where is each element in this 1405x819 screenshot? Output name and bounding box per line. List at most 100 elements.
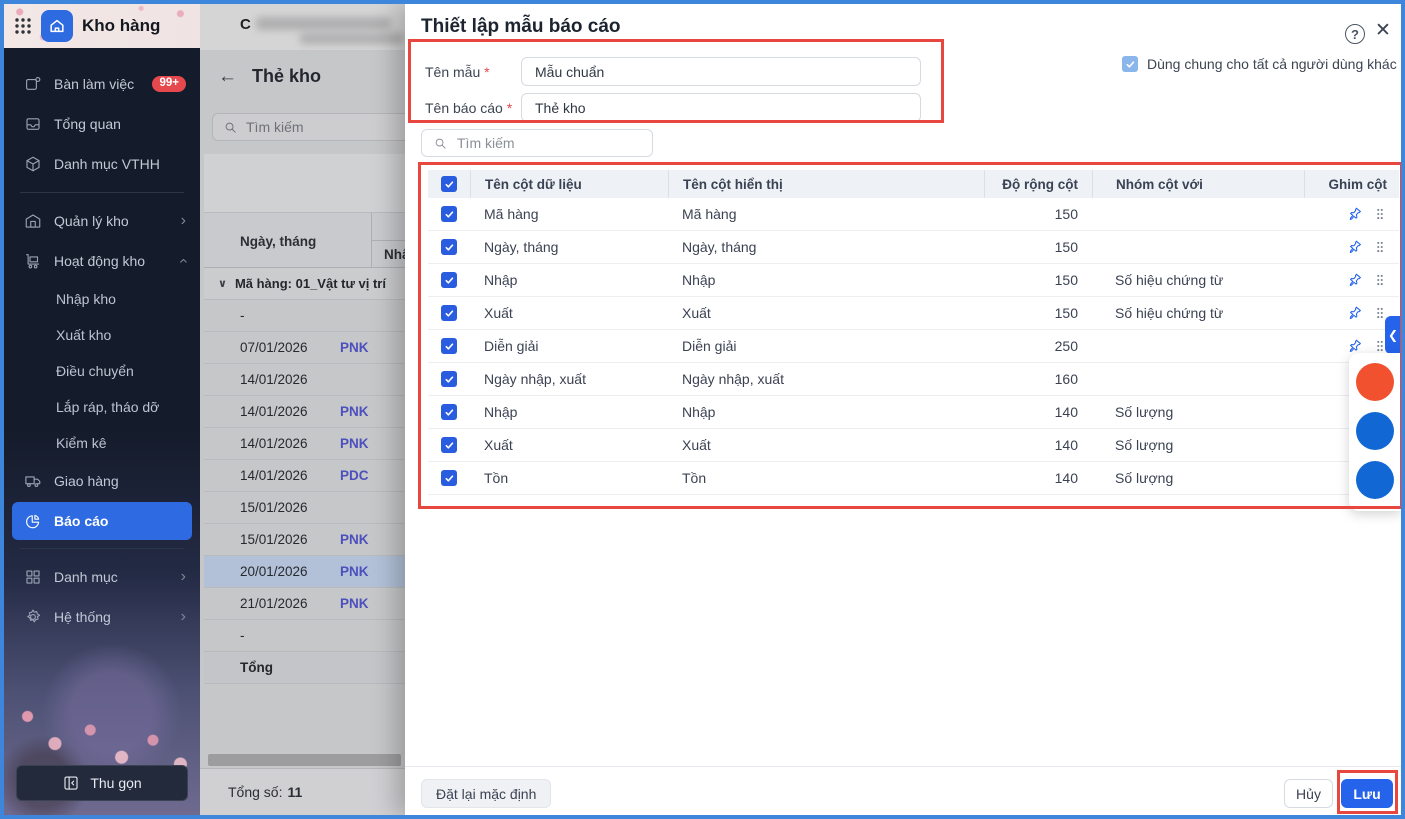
pin-column-icon[interactable] — [1346, 338, 1363, 355]
sidebar-item-quan-ly-kho[interactable]: Quản lý kho › — [4, 201, 200, 241]
reset-default-button[interactable]: Đặt lại mặc định — [421, 779, 552, 808]
cell-display-name: Xuất — [682, 437, 711, 453]
cell-data-name: Tồn — [484, 470, 509, 486]
row-checkbox[interactable] — [441, 404, 457, 420]
select-all-checkbox[interactable] — [441, 176, 457, 192]
stock-card-row[interactable]: 14/01/2026 — [204, 364, 405, 396]
stock-card-row[interactable]: - — [204, 300, 405, 332]
sidebar-item-danh-muc-vthh[interactable]: Danh mục VTHH — [4, 144, 200, 184]
modal-search[interactable] — [421, 129, 653, 157]
cancel-button[interactable]: Hủy — [1284, 779, 1333, 808]
column-config-row[interactable]: Xuất Xuất 150 Số hiệu chứng từ — [428, 297, 1399, 330]
row-checkbox[interactable] — [441, 206, 457, 222]
horizontal-scrollbar[interactable] — [208, 754, 401, 766]
row-doc-link[interactable]: PNK — [340, 532, 369, 547]
column-config-row[interactable]: Nhập Nhập 150 Số hiệu chứng từ — [428, 264, 1399, 297]
column-config-row[interactable]: Tồn Tồn 140 Số lượng — [428, 462, 1399, 495]
row-doc-link[interactable]: PNK — [340, 436, 369, 451]
sidebar-item-he-thong[interactable]: Hệ thống › — [4, 597, 200, 637]
save-button[interactable]: Lưu — [1341, 779, 1393, 808]
column-config-row[interactable]: Diễn giải Diễn giải 250 — [428, 330, 1399, 363]
sidebar-item-tong-quan[interactable]: Tổng quan — [4, 104, 200, 144]
background-page: C ← Thẻ kho Ngày, tháng Nhậ ∨ Mã hàng: 0… — [200, 4, 405, 815]
back-arrow-icon[interactable]: ← — [218, 66, 237, 88]
warehouse-icon — [24, 212, 42, 230]
sidebar-item-ban-lam-viec[interactable]: Bàn làm việc 99+ — [4, 64, 200, 104]
stock-card-row[interactable]: 21/01/2026 PNK — [204, 588, 405, 620]
ai-assistant-button[interactable] — [1356, 363, 1394, 401]
drag-handle-icon[interactable] — [1373, 273, 1387, 287]
stock-card-row[interactable]: 14/01/2026 PDC — [204, 460, 405, 492]
stock-card-row[interactable]: 14/01/2026 PNK — [204, 428, 405, 460]
pin-column-icon[interactable] — [1346, 239, 1363, 256]
template-name-input[interactable] — [521, 57, 921, 86]
close-icon[interactable]: ✕ — [1375, 21, 1391, 40]
pin-column-icon[interactable] — [1346, 272, 1363, 289]
background-search[interactable] — [212, 113, 405, 141]
fab-collapse-tab[interactable]: ❮ — [1385, 316, 1401, 354]
column-config-row[interactable]: Mã hàng Mã hàng 150 — [428, 198, 1399, 231]
cell-width: 160 — [1054, 371, 1078, 387]
sidebar-collapse-button[interactable]: Thu gọn — [16, 765, 188, 801]
sidebar-item-dieu-chuyen[interactable]: Điều chuyển — [4, 353, 200, 389]
row-checkbox-cell — [428, 239, 470, 255]
modal-search-input[interactable] — [457, 135, 617, 151]
pin-column-icon[interactable] — [1346, 305, 1363, 322]
background-search-input[interactable] — [246, 119, 366, 135]
row-doc-link[interactable]: PNK — [340, 340, 369, 355]
sidebar-item-label: Điều chuyển — [56, 363, 134, 379]
column-config-row[interactable]: Ngày nhập, xuất Ngày nhập, xuất 160 — [428, 363, 1399, 396]
row-checkbox[interactable] — [441, 470, 457, 486]
sidebar-item-xuat-kho[interactable]: Xuất kho — [4, 317, 200, 353]
table-group-row[interactable]: ∨ Mã hàng: 01_Vật tư vị trí — [204, 268, 405, 300]
row-doc-link[interactable]: PNK — [340, 596, 369, 611]
stock-card-row[interactable]: 15/01/2026 PNK — [204, 524, 405, 556]
sidebar-item-hoat-dong-kho[interactable]: Hoạt động kho › — [4, 241, 200, 281]
sidebar-item-danh-muc[interactable]: Danh mục › — [4, 557, 200, 597]
column-header-doc: Nhậ — [371, 213, 405, 267]
drag-handle-icon[interactable] — [1373, 207, 1387, 221]
pin-column-icon[interactable] — [1346, 206, 1363, 223]
column-config-row[interactable]: Ngày, tháng Ngày, tháng 150 — [428, 231, 1399, 264]
required-marker: * — [484, 64, 490, 80]
stock-card-row[interactable]: 14/01/2026 PNK — [204, 396, 405, 428]
desk-icon — [24, 75, 42, 93]
sidebar-item-label: Hệ thống — [54, 609, 111, 625]
row-checkbox[interactable] — [441, 371, 457, 387]
group-row-label: Mã hàng: 01_Vật tư vị trí — [234, 276, 386, 291]
row-checkbox[interactable] — [441, 305, 457, 321]
row-doc-link[interactable]: PNK — [340, 564, 369, 579]
share-checkbox[interactable] — [1122, 56, 1138, 72]
cell-data-name: Ngày nhập, xuất — [484, 371, 586, 387]
stock-card-row[interactable]: 15/01/2026 — [204, 492, 405, 524]
help-icon[interactable]: ? — [1345, 24, 1365, 44]
column-config-row[interactable]: Nhập Nhập 140 Số lượng — [428, 396, 1399, 429]
row-checkbox[interactable] — [441, 239, 457, 255]
row-checkbox[interactable] — [441, 272, 457, 288]
row-checkbox[interactable] — [441, 338, 457, 354]
sidebar-item-giao-hang[interactable]: Giao hàng — [4, 461, 200, 501]
sidebar-item-kiem-ke[interactable]: Kiểm kê — [4, 425, 200, 461]
row-date: - — [240, 308, 245, 323]
report-name-input[interactable] — [521, 93, 921, 122]
stock-card-row[interactable]: 20/01/2026 PNK — [204, 556, 405, 588]
chevron-right-icon: › — [180, 568, 186, 585]
chat-support-button[interactable] — [1356, 412, 1394, 450]
sidebar-item-nhap-kho[interactable]: Nhập kho — [4, 281, 200, 317]
row-doc-link[interactable]: PDC — [340, 468, 369, 483]
sidebar-item-lap-rap-thao-do[interactable]: Lắp ráp, tháo dỡ — [4, 389, 200, 425]
row-doc-link[interactable]: PNK — [340, 404, 369, 419]
table-total-row: Tổng — [204, 652, 405, 684]
help-tips-button[interactable] — [1356, 461, 1394, 499]
stock-card-row[interactable]: - — [204, 620, 405, 652]
sidebar-item-bao-cao[interactable]: Báo cáo — [12, 502, 192, 540]
chevron-up-icon: › — [174, 258, 192, 264]
drag-handle-icon[interactable] — [1373, 240, 1387, 254]
app-launcher-icon[interactable] — [14, 17, 32, 35]
header-width-column: Độ rộng cột — [984, 170, 1092, 198]
column-config-row[interactable]: Xuất Xuất 140 Số lượng — [428, 429, 1399, 462]
sidebar-nav: Bàn làm việc 99+ Tổng quan Danh mục VTHH Quả… — [4, 48, 200, 637]
row-checkbox[interactable] — [441, 437, 457, 453]
stock-card-row[interactable]: 07/01/2026 PNK — [204, 332, 405, 364]
sidebar-divider — [20, 192, 184, 193]
